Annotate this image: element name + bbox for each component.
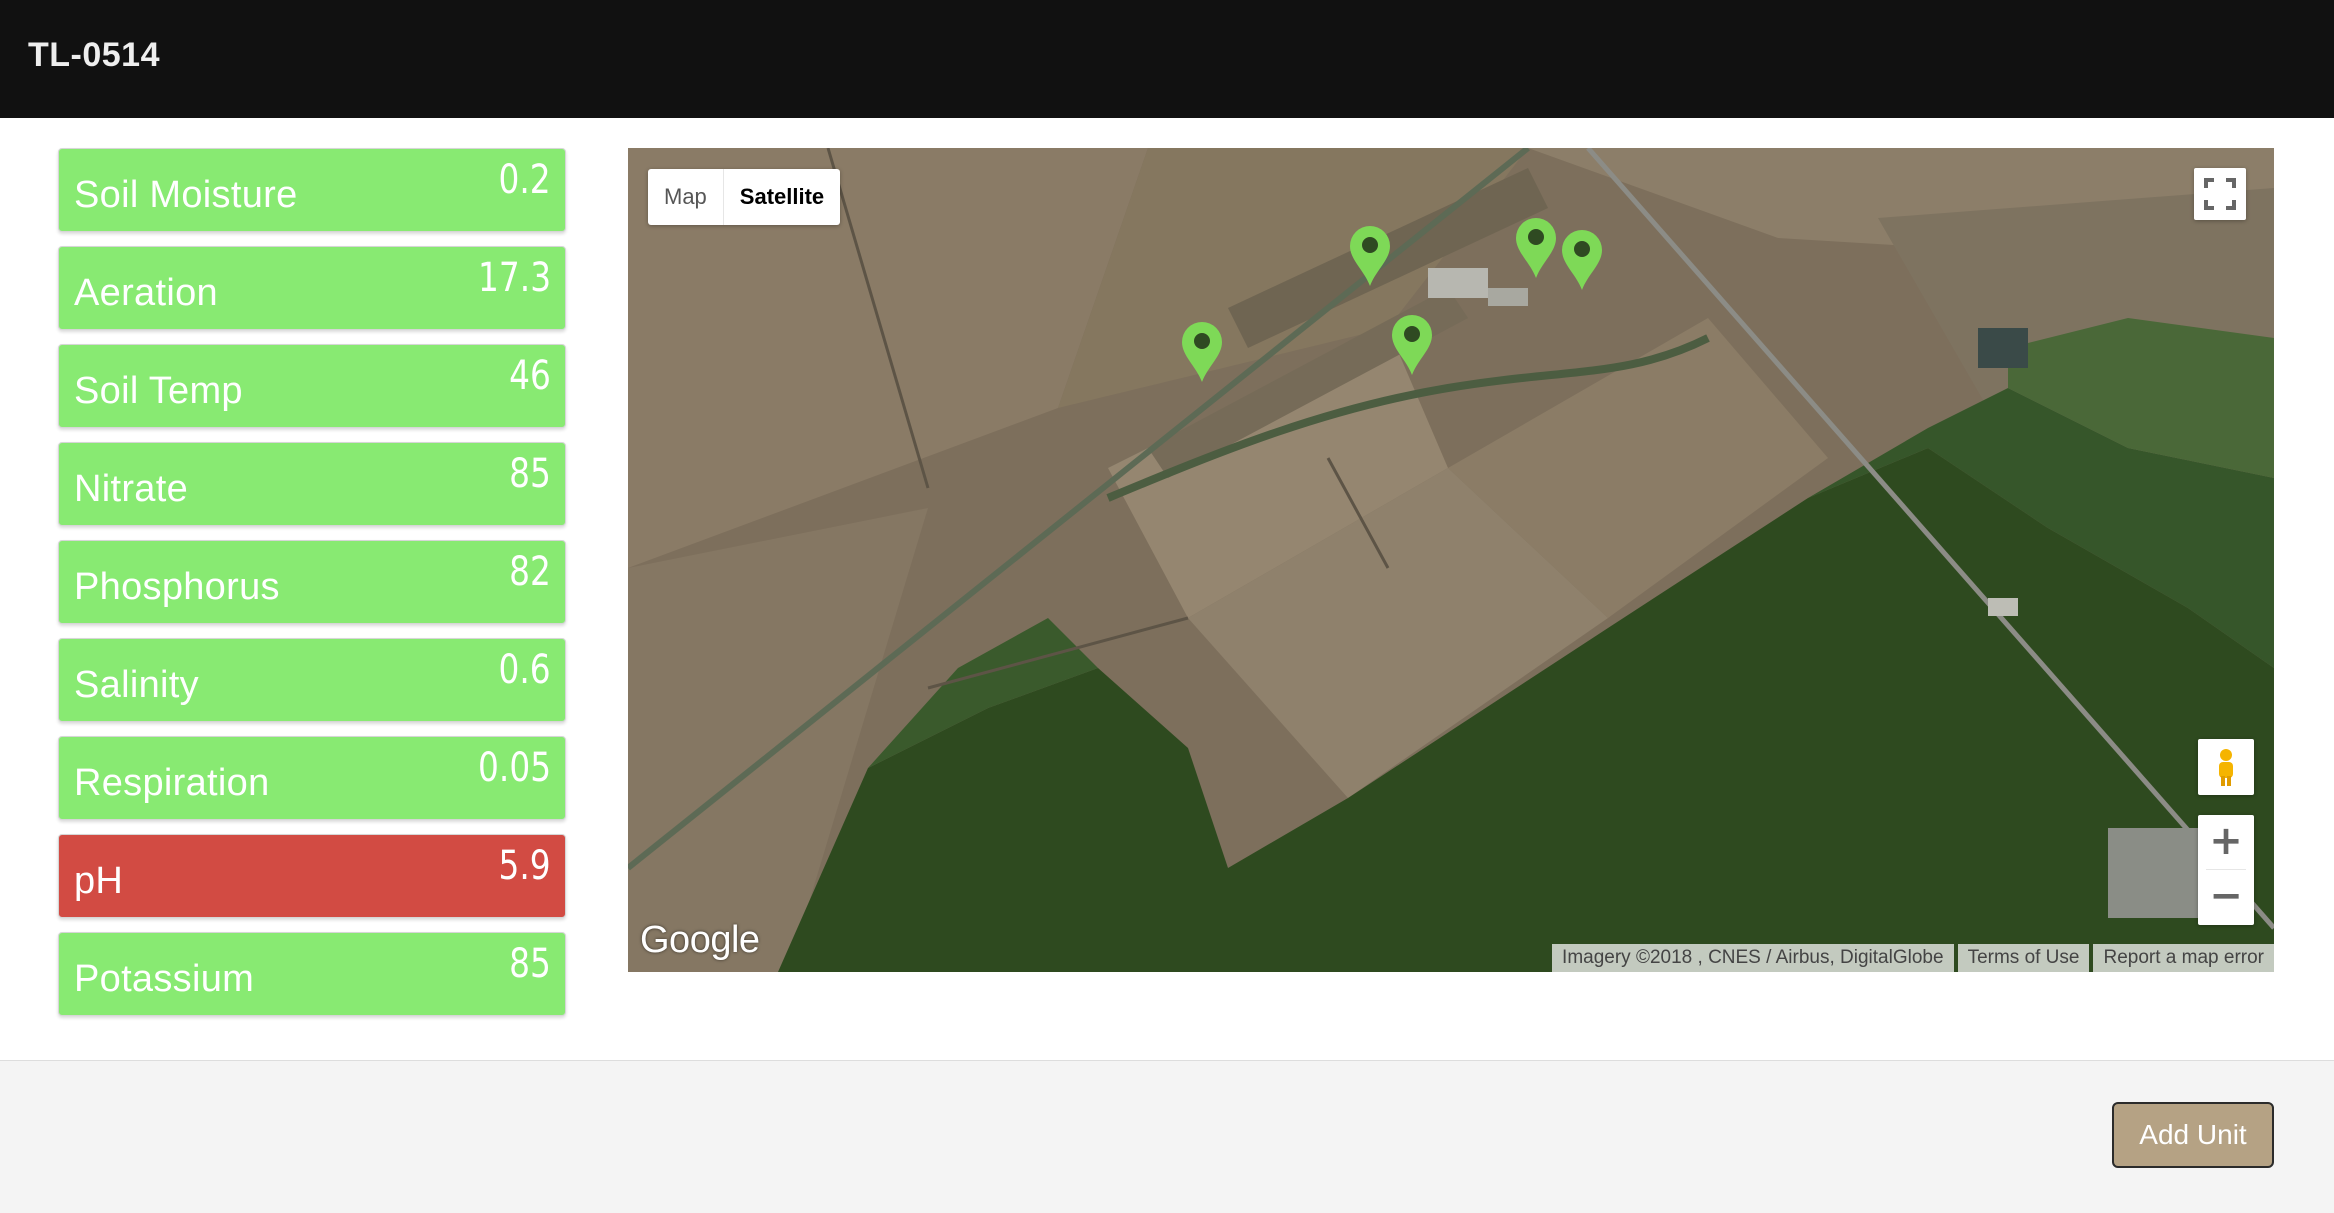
satellite-map[interactable]: Map Satellite + − Google Imagery ©2018 ,… bbox=[628, 148, 2274, 972]
metric-label: Respiration bbox=[74, 762, 270, 804]
metric-nitrate[interactable]: Nitrate 85 bbox=[58, 442, 566, 526]
metric-value: 46 bbox=[509, 353, 551, 399]
metric-aeration[interactable]: Aeration 17.3 bbox=[58, 246, 566, 330]
metric-value: 0.05 bbox=[477, 745, 551, 791]
zoom-control: + − bbox=[2198, 815, 2254, 925]
metric-respiration[interactable]: Respiration 0.05 bbox=[58, 736, 566, 820]
metric-ph[interactable]: pH 5.9 bbox=[58, 834, 566, 918]
metric-value: 0.2 bbox=[498, 157, 551, 203]
terms-link[interactable]: Terms of Use bbox=[1957, 944, 2090, 972]
metric-phosphorus[interactable]: Phosphorus 82 bbox=[58, 540, 566, 624]
metric-salinity[interactable]: Salinity 0.6 bbox=[58, 638, 566, 722]
metric-value: 85 bbox=[509, 941, 551, 987]
metric-soil-moisture[interactable]: Soil Moisture 0.2 bbox=[58, 148, 566, 232]
metric-label: Aeration bbox=[74, 272, 218, 314]
pegman-icon bbox=[2219, 749, 2233, 786]
metric-value: 85 bbox=[509, 451, 551, 497]
metric-potassium[interactable]: Potassium 85 bbox=[58, 932, 566, 1016]
metric-value: 5.9 bbox=[498, 843, 551, 889]
map-type-satellite-button[interactable]: Satellite bbox=[722, 169, 840, 225]
fullscreen-icon bbox=[2204, 178, 2236, 210]
map-attribution: Imagery ©2018 , CNES / Airbus, DigitalGl… bbox=[1548, 944, 2274, 972]
google-logo: Google bbox=[640, 919, 760, 961]
fullscreen-button[interactable] bbox=[2194, 168, 2246, 220]
footer-bar bbox=[0, 1060, 2334, 1213]
map-type-map-button[interactable]: Map bbox=[648, 169, 723, 225]
imagery-credit: Imagery ©2018 , CNES / Airbus, DigitalGl… bbox=[1552, 944, 1954, 972]
metric-label: Potassium bbox=[74, 958, 255, 1000]
zoom-out-button[interactable]: − bbox=[2198, 870, 2254, 924]
metric-value: 17.3 bbox=[477, 255, 551, 301]
metric-label: Phosphorus bbox=[74, 566, 280, 608]
street-view-button[interactable] bbox=[2198, 739, 2254, 795]
map-type-control: Map Satellite bbox=[648, 169, 841, 225]
metric-value: 0.6 bbox=[498, 647, 551, 693]
metric-label: Soil Moisture bbox=[74, 174, 298, 216]
add-unit-button[interactable]: Add Unit bbox=[2112, 1102, 2274, 1168]
zoom-in-button[interactable]: + bbox=[2198, 815, 2254, 869]
top-bar: TL-0514 bbox=[0, 0, 2334, 118]
unit-title: TL-0514 bbox=[28, 36, 160, 74]
metric-label: Salinity bbox=[74, 664, 199, 706]
metric-label: Nitrate bbox=[74, 468, 189, 510]
report-error-link[interactable]: Report a map error bbox=[2093, 944, 2274, 972]
metric-soil-temp[interactable]: Soil Temp 46 bbox=[58, 344, 566, 428]
satellite-imagery[interactable] bbox=[628, 148, 2274, 972]
metric-value: 82 bbox=[509, 549, 551, 595]
metric-label: Soil Temp bbox=[74, 370, 243, 412]
metric-label: pH bbox=[74, 860, 124, 902]
